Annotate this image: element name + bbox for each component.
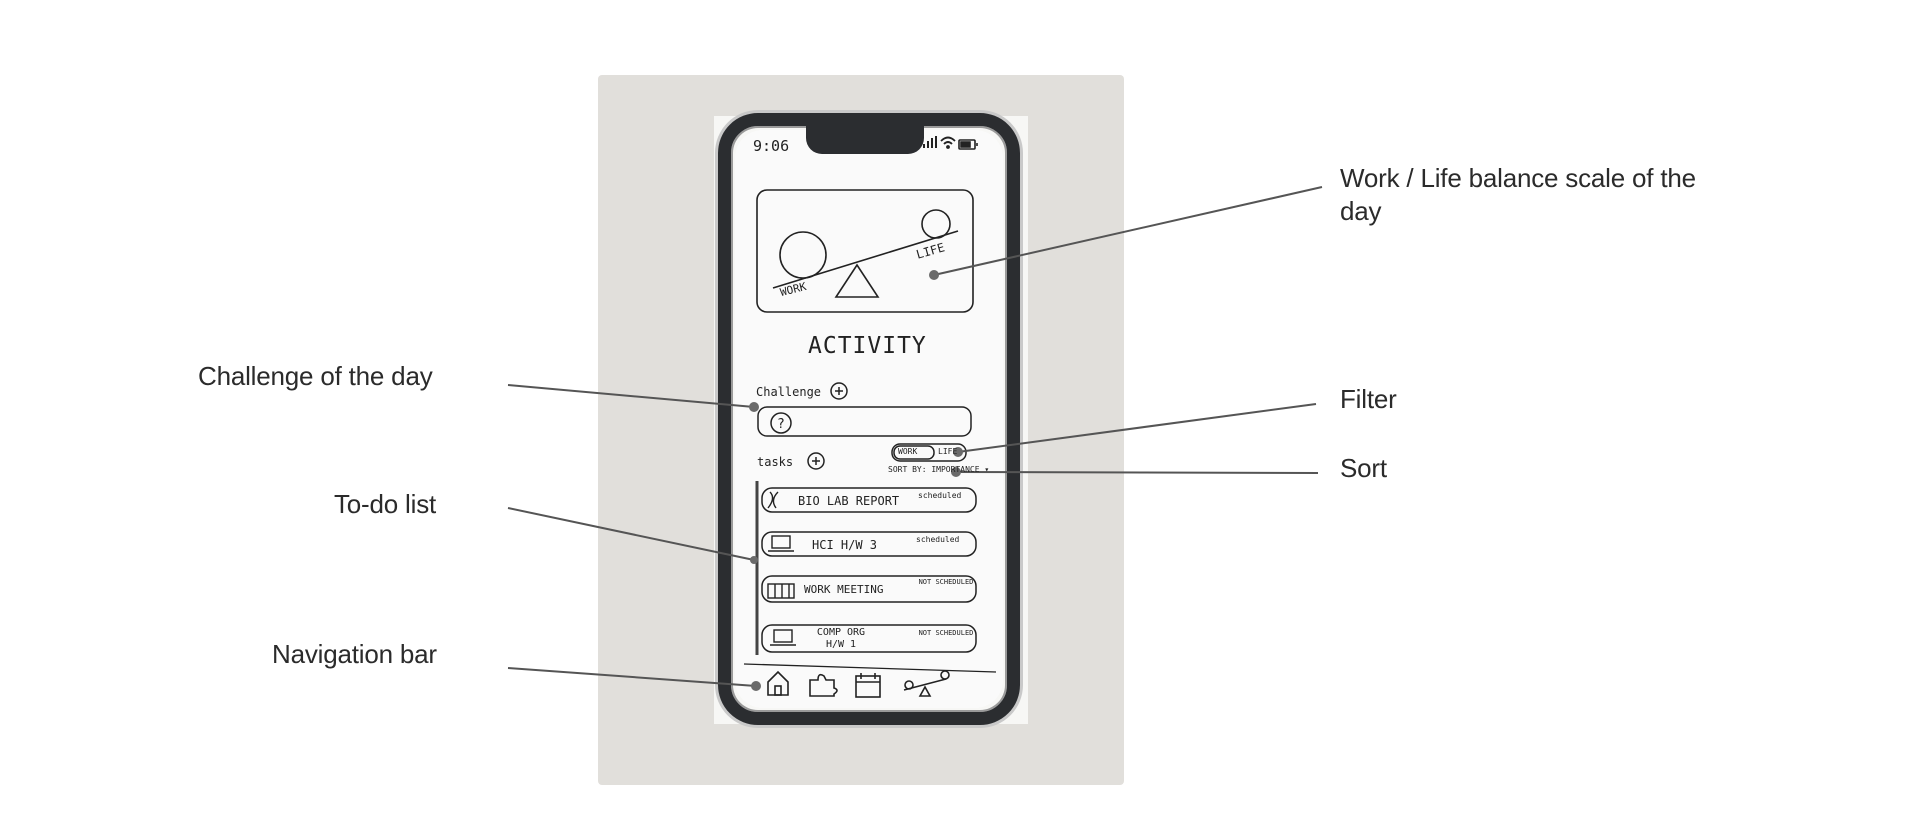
filter-life-chip[interactable]: LIFE [938,447,957,456]
wifi-icon [940,136,956,149]
laptop-icon [773,629,793,643]
battery-icon [958,139,978,150]
meeting-icon [767,583,795,599]
laptop-icon [771,535,791,549]
navbar-leader [507,667,757,687]
balance-leader [933,186,1323,276]
sketch-drawing: ? [507,136,1323,698]
task-status: NOT SCHEDULED [918,629,974,637]
sketch-title: ACTIVITY [808,333,927,359]
filter-work-chip[interactable]: WORK [898,447,917,456]
calendar-icon [855,675,881,698]
signal-icon [923,136,937,148]
task-name[interactable]: COMP ORG H/W 1 [806,627,876,651]
task-status: scheduled [916,535,960,544]
challenge-leader [507,384,755,408]
challenge-box [757,406,972,437]
sort-leader [955,471,1319,474]
task-status: scheduled [918,491,962,500]
balance-icon [903,670,950,697]
question-icon: ? [777,417,785,432]
tasks-add-icon [807,452,825,470]
challenge-add-icon [830,382,848,400]
tasks-label: tasks [757,455,794,469]
challenge-label: Challenge [756,385,822,399]
task-status: NOT SCHEDULED [918,578,974,586]
home-icon [767,670,789,696]
dna-icon [767,491,779,509]
task-name[interactable]: HCI H/W 3 [812,538,877,552]
nav-divider [743,663,997,673]
sort-dropdown[interactable]: SORT BY: IMPORTANCE ▾ [888,465,989,474]
puzzle-icon [809,673,838,697]
task-name[interactable]: WORK MEETING [804,583,883,596]
task-name[interactable]: BIO LAB REPORT [798,494,899,508]
filter-leader [957,403,1317,453]
todo-leader [507,507,755,561]
